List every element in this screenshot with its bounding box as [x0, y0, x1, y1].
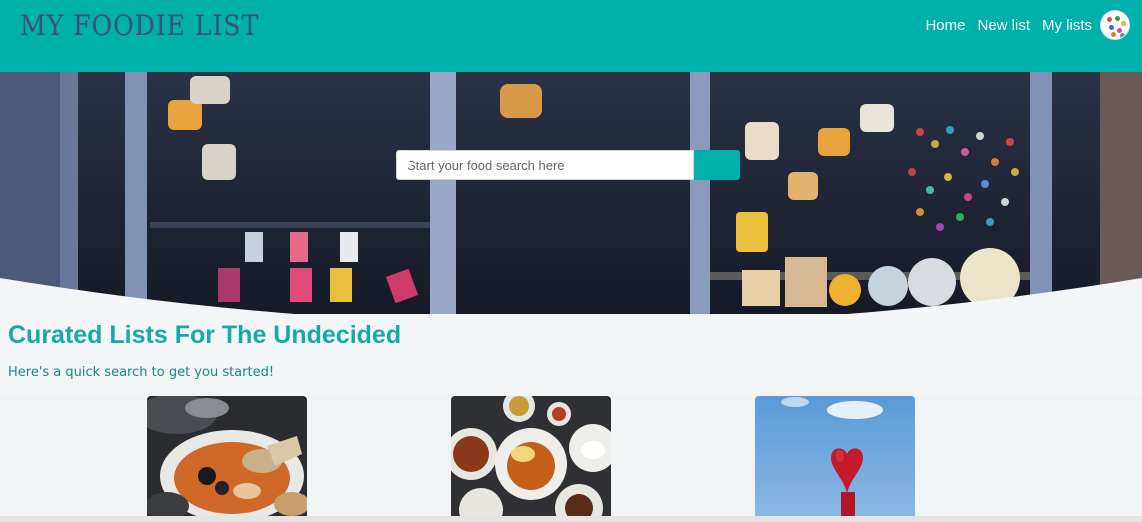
curated-card-heart[interactable] [755, 396, 915, 518]
nav-home-link[interactable]: Home [925, 17, 965, 34]
search-bar [396, 150, 740, 180]
curated-card-seafood[interactable] [147, 396, 307, 518]
nav-menu: Home New list My lists [913, 8, 1130, 42]
curated-lists-heading: Curated Lists For The Undecided [8, 321, 402, 349]
nav-new-list-link[interactable]: New list [977, 17, 1030, 34]
red-heart-sculpture-photo [755, 396, 915, 518]
bottom-scroll-edge [0, 516, 1142, 522]
top-navbar: MY FOODIE LIST Home New list My lists [0, 0, 1142, 72]
storefront-photo [0, 72, 1142, 314]
user-avatar[interactable] [1100, 10, 1130, 40]
curated-cards-row [0, 394, 1142, 522]
site-logo[interactable]: MY FOODIE LIST [20, 8, 259, 44]
search-button[interactable] [396, 150, 740, 180]
food-search-input[interactable] [396, 150, 694, 180]
curry-dishes-photo [451, 396, 611, 518]
hero-banner [0, 72, 1142, 314]
seafood-dish-photo [147, 396, 307, 518]
curated-lists-subtitle: Here's a quick search to get you started… [8, 365, 275, 380]
curated-card-curry[interactable] [451, 396, 611, 518]
search-icon [396, 150, 412, 166]
nav-my-lists-link[interactable]: My lists [1042, 17, 1092, 34]
